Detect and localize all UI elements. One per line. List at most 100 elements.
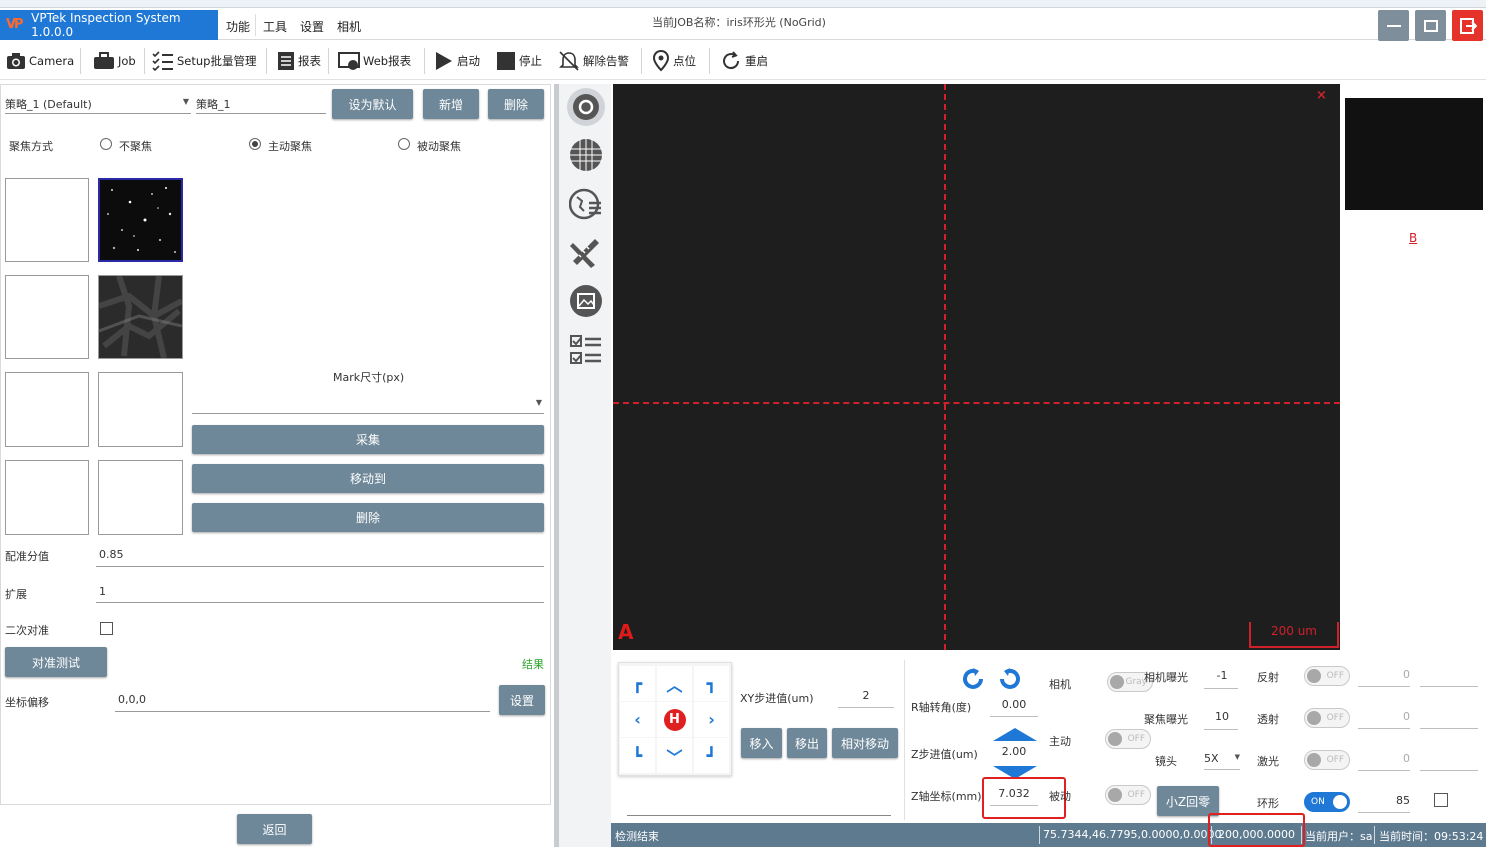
mark-thumbnail[interactable] — [98, 460, 183, 535]
mark-size-select[interactable]: ▼ — [192, 392, 544, 414]
mark-thumbnail[interactable] — [5, 460, 89, 535]
mark-thumbnail-selected[interactable] — [98, 178, 183, 262]
xy-step-input[interactable]: 2 — [838, 689, 894, 702]
checklist-tool-button[interactable] — [567, 331, 605, 369]
active-toggle[interactable]: OFF — [1105, 729, 1151, 749]
delete-strategy-button[interactable]: 删除 — [488, 89, 544, 119]
restart-button[interactable]: 重启 — [720, 50, 768, 72]
move-in-button[interactable]: 移入 — [741, 728, 782, 758]
camera-view[interactable]: × A 200 um — [613, 84, 1340, 650]
home-button[interactable]: H — [657, 702, 692, 737]
camera-exposure-input[interactable]: -1 — [1205, 669, 1239, 682]
capture-button[interactable]: 采集 — [192, 425, 544, 454]
back-button[interactable]: 返回 — [237, 814, 312, 844]
job-button[interactable]: Job — [93, 50, 136, 72]
coord-offset-input[interactable]: 0,0,0 — [118, 693, 146, 706]
reflect-value[interactable]: 0 — [1358, 668, 1410, 681]
camera-exposure-label: 相机曝光 — [1144, 671, 1188, 684]
z-up-button[interactable] — [993, 728, 1037, 741]
rotate-cw-button[interactable] — [959, 665, 987, 696]
ring-value[interactable]: 85 — [1358, 794, 1410, 807]
relative-move-button[interactable]: 相对移动 — [832, 728, 898, 758]
focus-exposure-input[interactable]: 10 — [1205, 710, 1239, 723]
mark-thumbnail[interactable] — [98, 275, 183, 359]
strategy-name-input[interactable]: 策略_1 — [196, 92, 326, 114]
start-button[interactable]: 启动 — [434, 50, 480, 72]
reflect-toggle[interactable]: OFF — [1304, 666, 1350, 686]
small-z-zero-button[interactable]: 小Z回零 — [1157, 786, 1219, 816]
menu-settings[interactable]: 设置 — [300, 18, 324, 35]
maximize-button[interactable] — [1415, 10, 1446, 41]
stop-icon — [497, 52, 515, 70]
transmit-toggle-text: OFF — [1326, 713, 1344, 723]
laser-toggle[interactable]: OFF — [1304, 750, 1350, 770]
close-view-icon[interactable]: × — [1316, 88, 1327, 103]
mark-thumbnail[interactable] — [5, 372, 89, 447]
jog-down-left-button[interactable]: ┗ — [620, 738, 655, 773]
crosshair-vertical — [944, 84, 946, 650]
move-out-button[interactable]: 移出 — [787, 728, 827, 758]
minimize-button[interactable] — [1378, 10, 1409, 41]
passive-toggle[interactable]: OFF — [1105, 785, 1151, 805]
jog-up-button[interactable]: ︿ — [657, 666, 692, 701]
radio-active-focus[interactable] — [249, 138, 261, 150]
menu-tools[interactable]: 工具 — [263, 18, 287, 35]
clear-alarm-button[interactable]: 解除告警 — [558, 50, 629, 72]
strategy-select[interactable]: 策略_1 (Default) ▼ — [5, 92, 191, 114]
transmit-select[interactable] — [1420, 728, 1478, 729]
point-button[interactable]: 点位 — [652, 50, 696, 72]
jog-up-right-button[interactable]: ┓ — [694, 666, 729, 701]
secondary-align-checkbox[interactable] — [100, 622, 113, 635]
mark-thumbnail[interactable] — [5, 178, 89, 262]
report-button[interactable]: 报表 — [277, 50, 321, 72]
grid-tool-button[interactable] — [567, 136, 605, 174]
jog-down-button[interactable]: ﹀ — [657, 738, 692, 773]
set-default-button[interactable]: 设为默认 — [332, 89, 413, 119]
rotate-ccw-button[interactable] — [996, 665, 1024, 696]
transmit-toggle[interactable]: OFF — [1304, 708, 1350, 728]
stop-button[interactable]: 停止 — [496, 50, 542, 72]
lens-select[interactable]: 5X ▼ — [1204, 748, 1240, 770]
camera-label: Camera — [29, 54, 75, 68]
align-test-button[interactable]: 对准测试 — [5, 647, 107, 677]
mark-thumbnail[interactable] — [98, 372, 183, 447]
overview-image[interactable] — [1345, 98, 1483, 210]
move-to-button[interactable]: 移动到 — [192, 464, 544, 493]
strategy-name-value: 策略_1 — [196, 98, 231, 111]
briefcase-icon — [94, 52, 114, 69]
measure-tool-button[interactable] — [567, 233, 605, 271]
match-score-input[interactable]: 0.85 — [99, 548, 124, 561]
ring-toggle[interactable]: ON — [1304, 792, 1350, 812]
globe-settings-button[interactable] — [567, 185, 605, 223]
add-strategy-button[interactable]: 新增 — [423, 89, 479, 119]
globe-list-icon — [569, 188, 601, 220]
ring-checkbox[interactable] — [1434, 793, 1448, 807]
snapshot-tool-button[interactable] — [567, 88, 605, 126]
menu-function[interactable]: 功能 — [226, 18, 250, 35]
radio-passive-focus[interactable] — [398, 138, 410, 150]
job-label: Job — [118, 54, 136, 68]
jog-down-right-button[interactable]: ┛ — [694, 738, 729, 773]
marker-b-link[interactable]: B — [1409, 231, 1417, 245]
expand-input[interactable]: 1 — [99, 585, 106, 598]
corner-up-right-icon: ┓ — [706, 674, 717, 693]
mark-thumbnail[interactable] — [5, 275, 89, 359]
image-tool-button[interactable] — [567, 282, 605, 320]
z-step-input[interactable]: 2.00 — [992, 745, 1036, 758]
web-report-button[interactable]: Web报表 — [338, 50, 411, 72]
laser-value[interactable]: 0 — [1358, 752, 1410, 765]
jog-up-left-button[interactable]: ┏ — [620, 666, 655, 701]
exit-button[interactable] — [1452, 10, 1483, 41]
menu-camera[interactable]: 相机 — [337, 18, 361, 35]
reflect-select[interactable] — [1420, 686, 1478, 687]
setup-batch-button[interactable]: Setup批量管理 — [152, 50, 256, 72]
jog-right-button[interactable]: › — [694, 702, 729, 737]
camera-button[interactable]: Camera — [6, 50, 74, 72]
r-angle-input[interactable]: 0.00 — [992, 698, 1036, 711]
jog-left-button[interactable]: ‹ — [620, 702, 655, 737]
laser-select[interactable] — [1420, 770, 1478, 771]
transmit-value[interactable]: 0 — [1358, 710, 1410, 723]
radio-no-focus[interactable] — [100, 138, 112, 150]
set-offset-button[interactable]: 设置 — [499, 685, 545, 715]
delete-mark-button[interactable]: 删除 — [192, 503, 544, 532]
